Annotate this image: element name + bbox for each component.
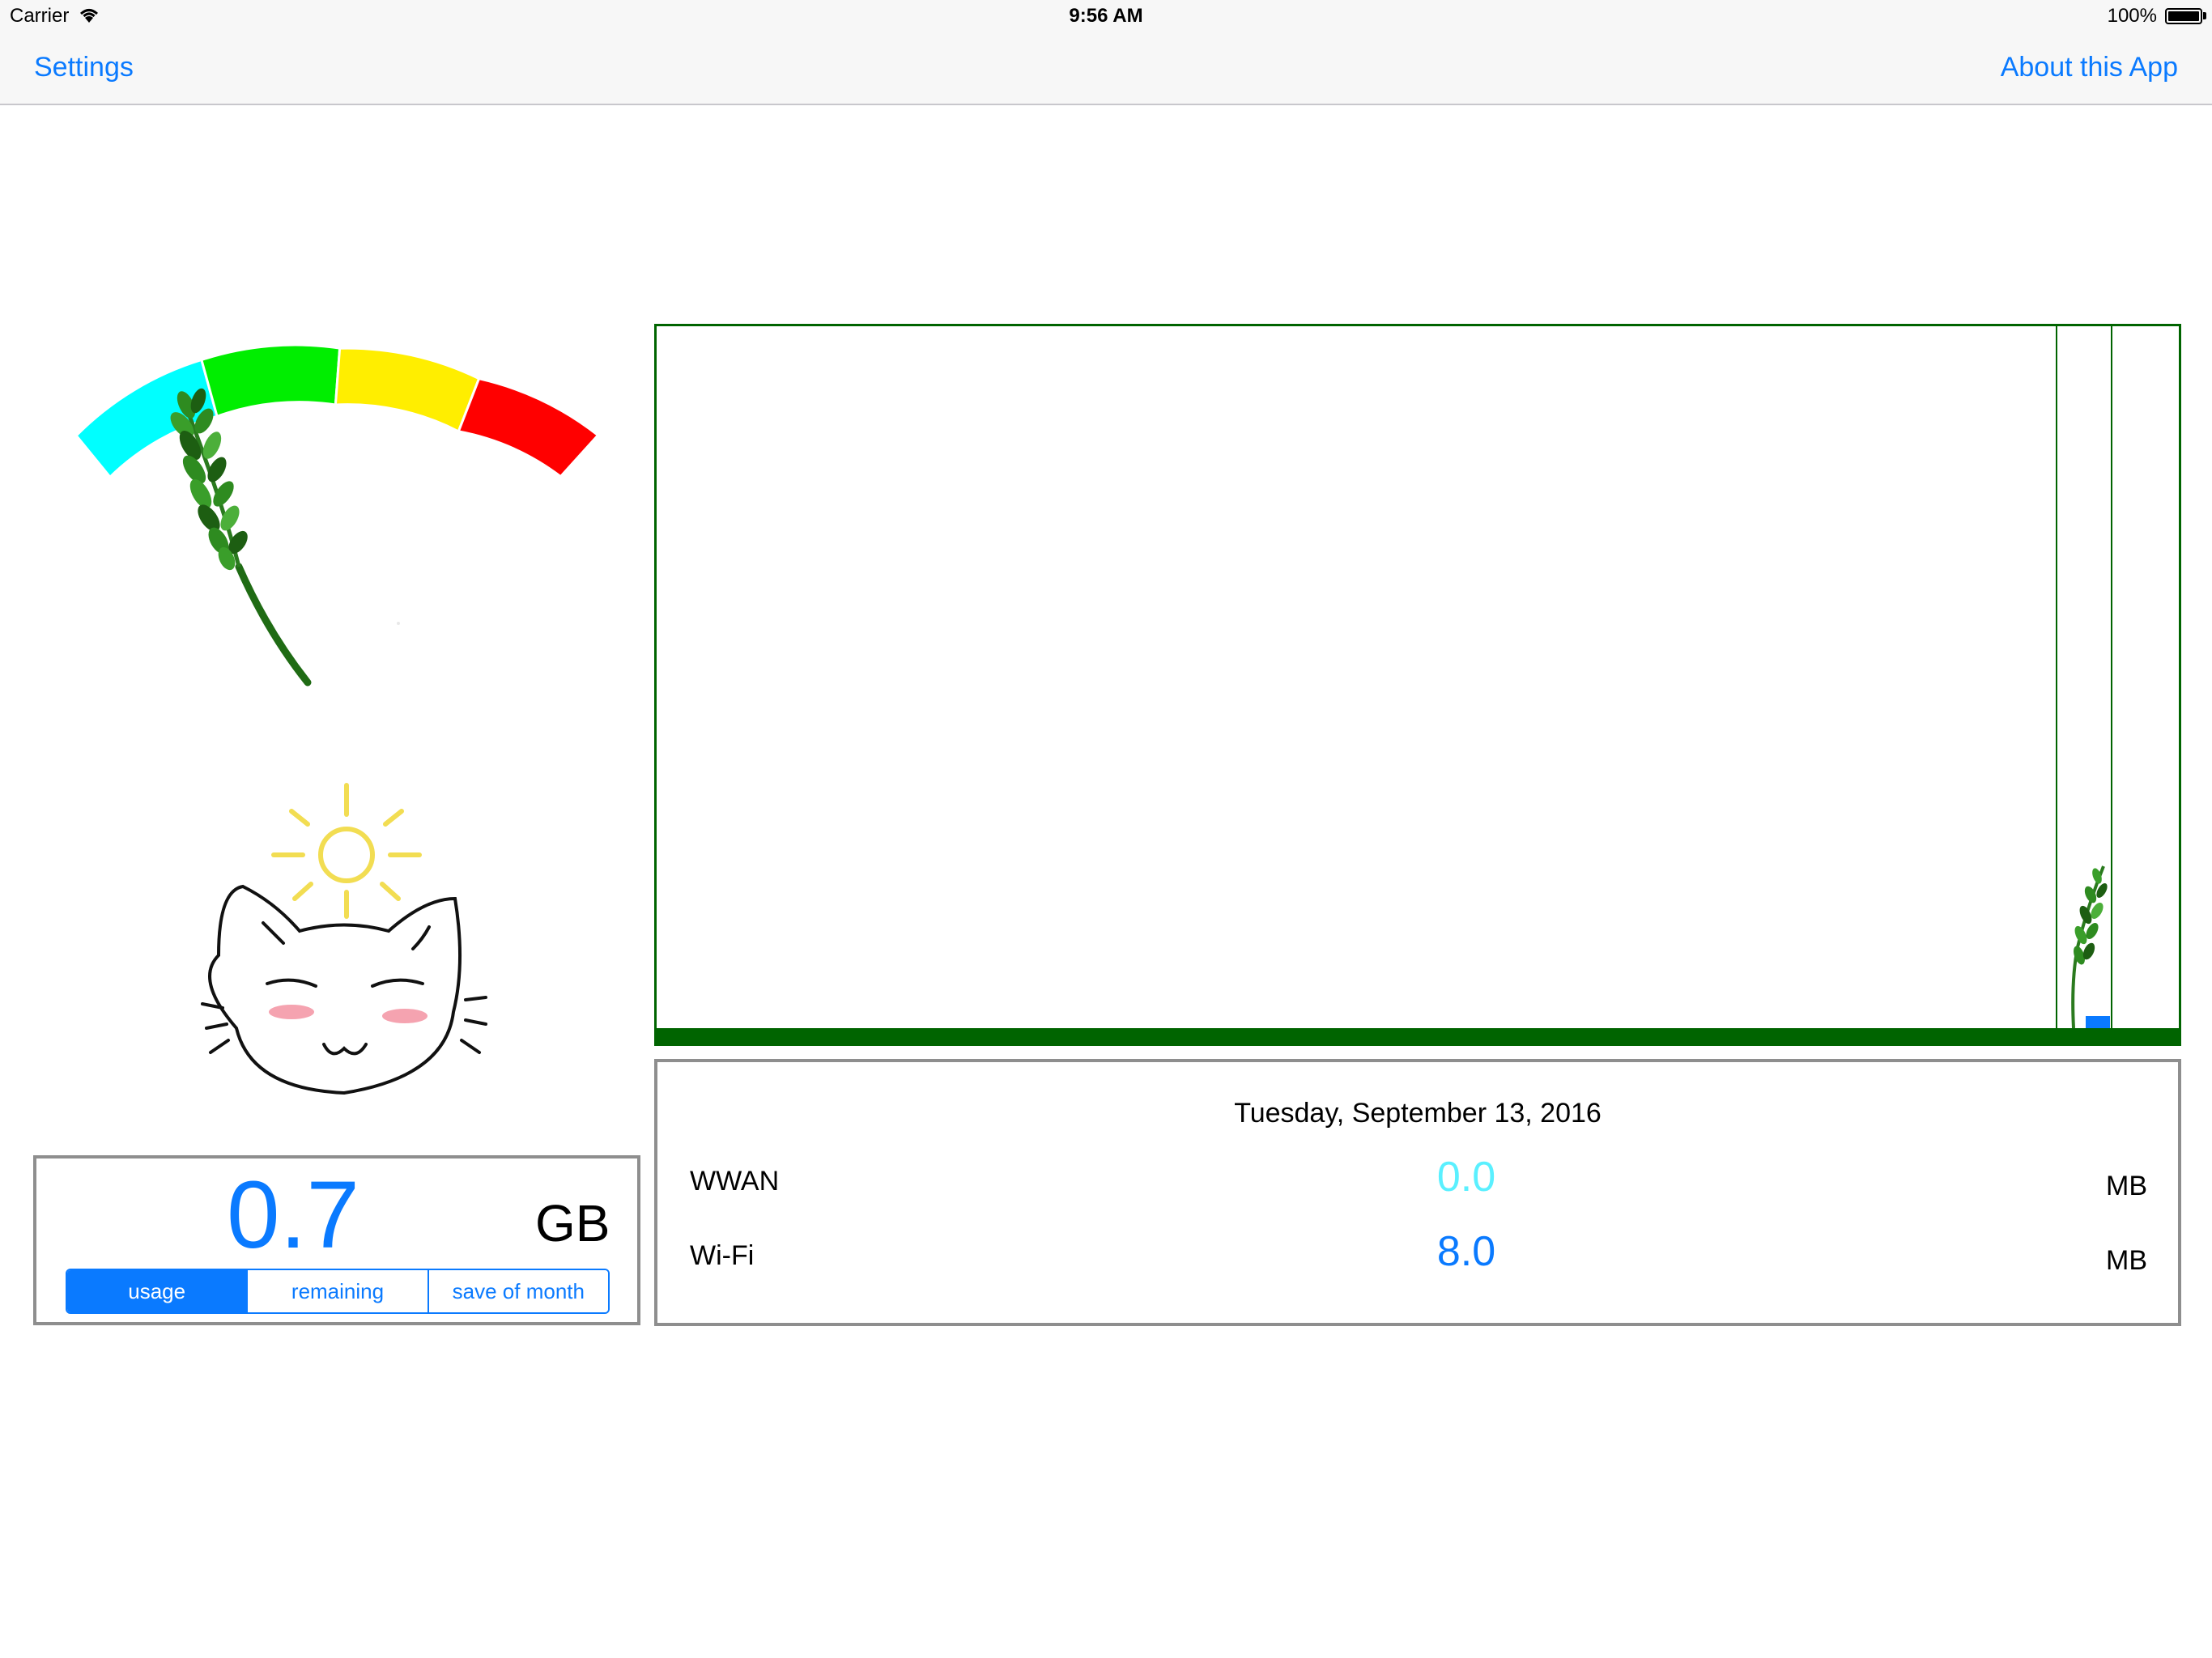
status-bar: Carrier 9:56 AM 100% [0, 0, 2212, 32]
chart-usage-bar [2086, 1016, 2110, 1028]
gauge-segment-green [200, 343, 342, 419]
leaf-needle-icon [170, 388, 312, 687]
about-app-button[interactable]: About this App [2001, 52, 2178, 83]
settings-button[interactable]: Settings [34, 52, 134, 83]
usage-history-chart [654, 324, 2181, 1046]
chart-ground [654, 1028, 2181, 1046]
chart-frame [654, 324, 2181, 1046]
cat-blush-right [382, 1009, 428, 1023]
wifi-unit: MB [2106, 1245, 2147, 1276]
segment-remaining[interactable]: remaining [246, 1270, 428, 1312]
detail-date: Tuesday, September 13, 2016 [1234, 1098, 1602, 1129]
navigation-bar: Settings About this App [0, 32, 2212, 105]
wwan-value: 0.0 [1436, 1154, 1496, 1201]
battery-icon [2165, 8, 2202, 24]
wwan-unit: MB [2106, 1171, 2147, 1201]
usage-gauge [74, 343, 600, 687]
gauge-segment-yellow [334, 346, 481, 433]
cat-mascot-icon [201, 783, 487, 1095]
segment-save-of-month[interactable]: save of month [427, 1270, 608, 1312]
wifi-value: 8.0 [1436, 1228, 1496, 1275]
usage-summary-panel: 0.7 GB usage remaining save of month [33, 1155, 640, 1325]
usage-unit: GB [535, 1194, 610, 1252]
gauge-segment-red [457, 376, 600, 478]
battery-percent: 100% [2107, 5, 2157, 27]
cat-face [201, 884, 487, 1095]
daily-detail-panel: Tuesday, September 13, 2016 WWAN 0.0 MB … [654, 1059, 2181, 1326]
usage-mode-segmented-control: usage remaining save of month [66, 1269, 610, 1314]
battery-cap [2203, 12, 2206, 19]
usage-value: 0.7 [227, 1162, 360, 1269]
cat-blush-left [269, 1005, 314, 1019]
gauge-pivot [397, 622, 400, 625]
segment-usage[interactable]: usage [67, 1270, 247, 1312]
sun-icon [271, 783, 422, 919]
clock: 9:56 AM [1069, 5, 1143, 27]
